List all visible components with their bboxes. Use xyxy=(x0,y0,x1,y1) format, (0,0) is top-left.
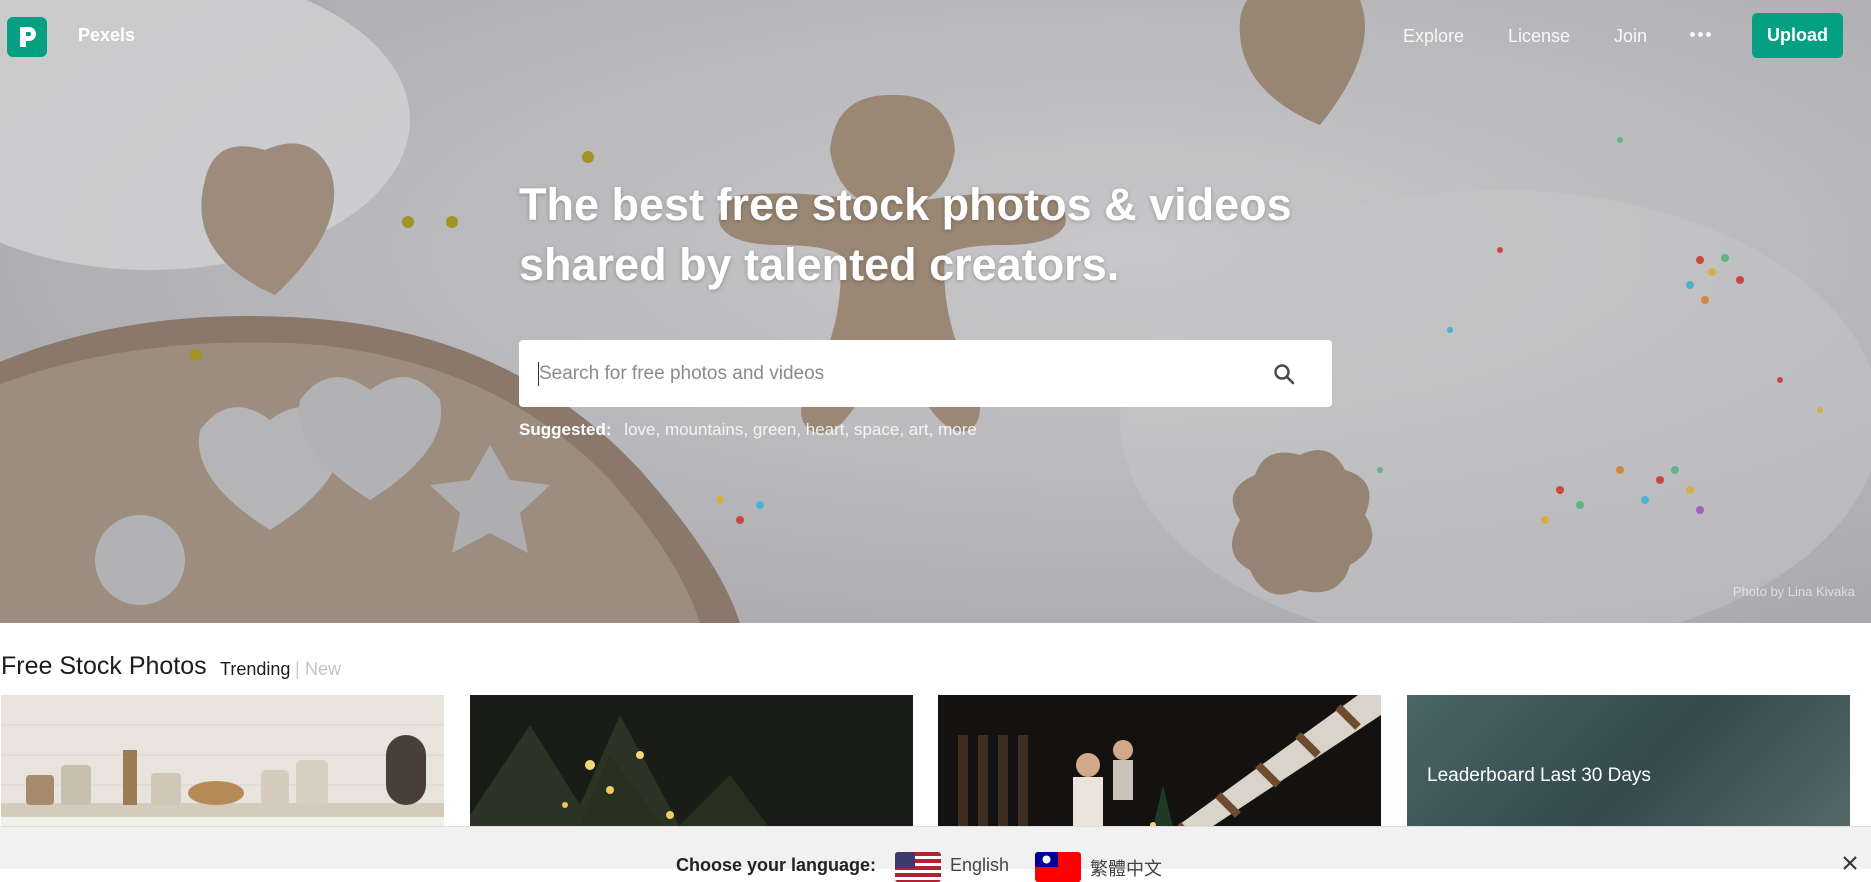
search-input[interactable] xyxy=(539,340,1259,407)
upload-button[interactable]: Upload xyxy=(1752,13,1843,58)
search-icon[interactable] xyxy=(1262,352,1306,396)
tag-separator: , xyxy=(655,420,665,439)
hero-overlay xyxy=(0,0,1871,623)
language-option-english[interactable]: English xyxy=(950,855,1009,876)
suggested-tag-more[interactable]: more xyxy=(938,420,977,439)
brand-name[interactable]: Pexels xyxy=(78,25,135,46)
suggested-tag-heart[interactable]: heart xyxy=(806,420,845,439)
tag-separator: , xyxy=(743,420,753,439)
tag-separator: , xyxy=(844,420,854,439)
suggested-label: Suggested: xyxy=(519,420,612,439)
hero-headline: The best free stock photos & videos shar… xyxy=(519,175,1339,295)
tag-separator: , xyxy=(796,420,806,439)
nav-explore-link[interactable]: Explore xyxy=(1403,26,1464,47)
hero-headline-line-1: The best free stock photos & videos xyxy=(519,179,1292,230)
tag-separator: , xyxy=(899,420,909,439)
nav-license-link[interactable]: License xyxy=(1508,26,1570,47)
tag-separator: , xyxy=(928,420,939,439)
photo-credit[interactable]: Photo by Lina Kivaka xyxy=(1733,584,1855,599)
nav-join-link[interactable]: Join xyxy=(1614,26,1647,47)
language-option-traditional-chinese[interactable]: 繁體中文 xyxy=(1090,855,1162,881)
leaderboard-title: Leaderboard Last 30 Days xyxy=(1427,765,1651,786)
tab-trending[interactable]: Trending xyxy=(220,659,290,680)
pexels-logo-icon[interactable] xyxy=(7,17,47,57)
close-icon[interactable] xyxy=(1842,855,1862,875)
ellipsis-icon[interactable] xyxy=(1688,22,1712,46)
suggested-searches: Suggested: love, mountains, green, heart… xyxy=(519,420,977,440)
text-caret xyxy=(538,362,539,386)
suggested-tag-mountains[interactable]: mountains xyxy=(665,420,743,439)
hero-banner: Photo by Lina Kivaka xyxy=(0,0,1871,623)
language-bar: Choose your language: English 繁體中文 xyxy=(0,826,1871,882)
tab-new[interactable]: New xyxy=(305,659,341,680)
us-flag-icon[interactable] xyxy=(895,852,941,882)
language-prompt: Choose your language: xyxy=(676,855,877,875)
section-title: Free Stock Photos xyxy=(1,652,207,680)
taiwan-flag-icon[interactable] xyxy=(1035,852,1081,882)
suggested-tag-love[interactable]: love xyxy=(624,420,655,439)
top-navbar: Pexels Explore License Join Upload xyxy=(0,0,1871,72)
suggested-tag-green[interactable]: green xyxy=(753,420,796,439)
tab-separator: | xyxy=(295,659,300,679)
suggested-tag-art[interactable]: art xyxy=(909,420,929,439)
search-bar xyxy=(519,340,1332,407)
hero-headline-line-2: shared by talented creators. xyxy=(519,239,1120,290)
suggested-tag-space[interactable]: space xyxy=(854,420,899,439)
